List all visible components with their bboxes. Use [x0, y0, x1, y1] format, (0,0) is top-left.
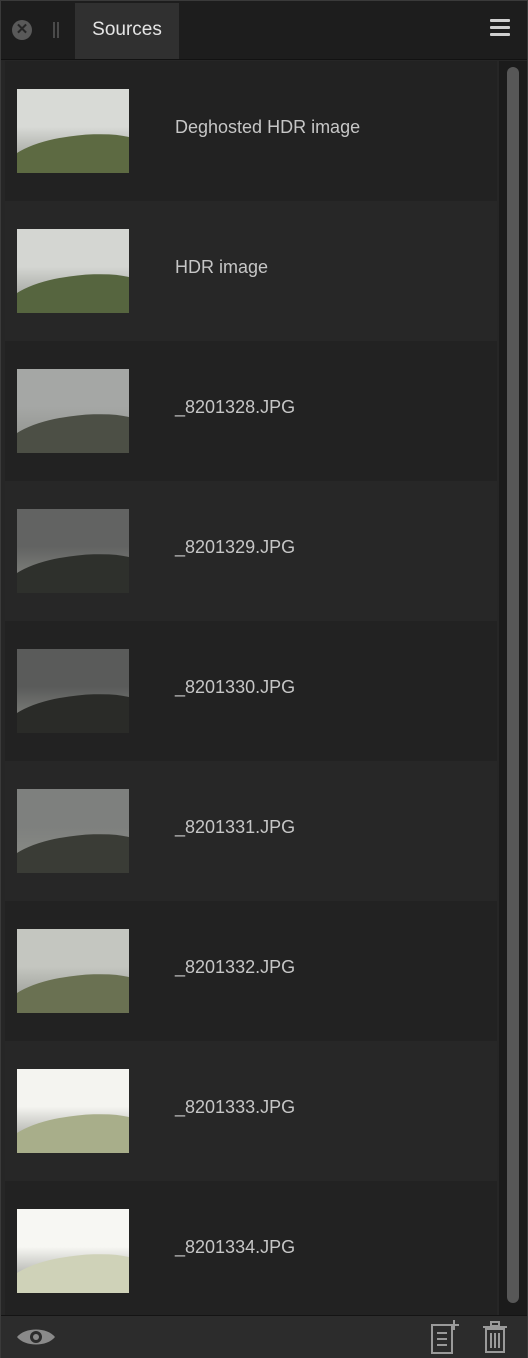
trash-icon[interactable] [481, 1320, 509, 1354]
list-item[interactable]: HDR image [5, 201, 497, 341]
source-name: _8201332.JPG [175, 957, 296, 977]
source-thumbnail [17, 1209, 129, 1293]
drag-grip-icon[interactable] [53, 22, 59, 38]
add-document-icon[interactable] [430, 1319, 460, 1355]
source-name: _8201329.JPG [175, 537, 296, 557]
list-item[interactable]: _8201333.JPG [5, 1041, 497, 1181]
source-name: _8201331.JPG [175, 817, 296, 837]
source-name: HDR image [175, 257, 269, 277]
list-item[interactable]: _8201332.JPG [5, 901, 497, 1041]
eye-icon[interactable] [15, 1325, 57, 1349]
source-name: _8201333.JPG [175, 1097, 296, 1117]
panel-footer [1, 1315, 527, 1358]
list-item[interactable]: _8201329.JPG [5, 481, 497, 621]
source-thumbnail [17, 1069, 129, 1153]
list-item[interactable]: _8201334.JPG [5, 1181, 497, 1315]
sources-list: Deghosted HDR image HDR image _8201328.J… [5, 61, 497, 1315]
source-thumbnail [17, 509, 129, 593]
source-name: _8201330.JPG [175, 677, 296, 697]
panel-header: ✕ Sources [1, 1, 527, 60]
close-icon[interactable]: ✕ [12, 20, 32, 40]
source-thumbnail [17, 89, 129, 173]
tab-sources[interactable]: Sources [75, 3, 179, 59]
source-thumbnail [17, 649, 129, 733]
source-name: Deghosted HDR image [175, 117, 361, 137]
scrollbar-thumb[interactable] [507, 67, 519, 1303]
source-thumbnail [17, 369, 129, 453]
source-thumbnail [17, 229, 129, 313]
source-thumbnail [17, 789, 129, 873]
list-item[interactable]: Deghosted HDR image [5, 61, 497, 201]
hamburger-menu-icon[interactable] [490, 19, 510, 37]
source-name: _8201328.JPG [175, 397, 296, 417]
list-item[interactable]: _8201328.JPG [5, 341, 497, 481]
vertical-scrollbar[interactable] [499, 61, 527, 1315]
sources-panel: ✕ Sources Deghosted HDR image HDR image [0, 0, 528, 1358]
list-item[interactable]: _8201330.JPG [5, 621, 497, 761]
source-thumbnail [17, 929, 129, 1013]
source-name: _8201334.JPG [175, 1237, 296, 1257]
list-item[interactable]: _8201331.JPG [5, 761, 497, 901]
